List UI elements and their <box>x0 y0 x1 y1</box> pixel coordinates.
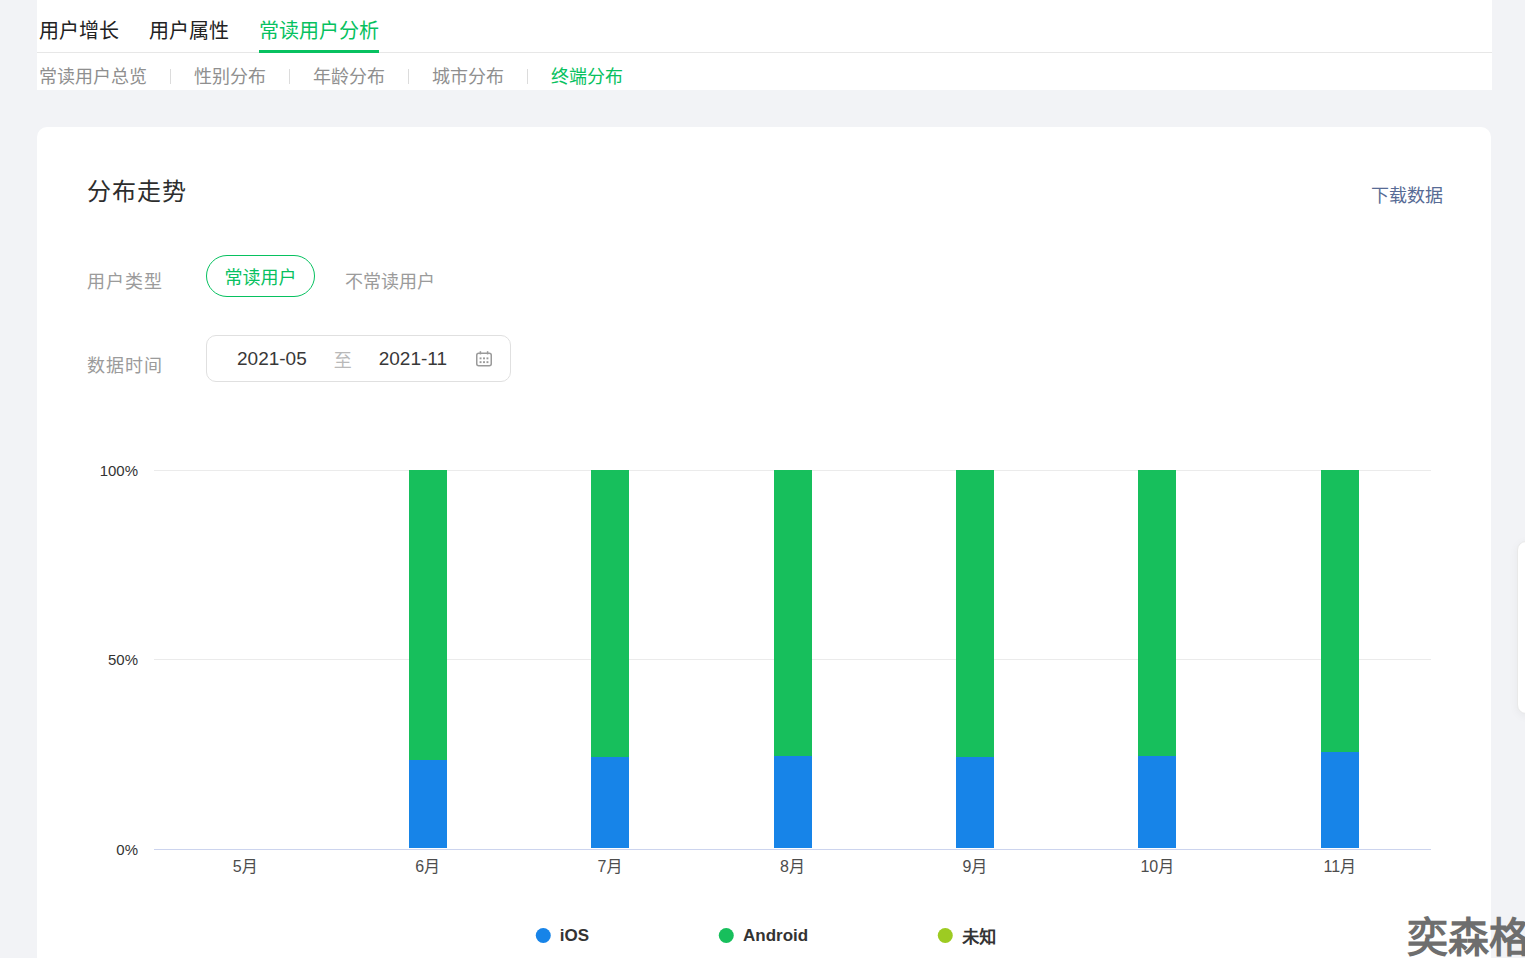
date-end-value[interactable]: 2021-11 <box>379 348 447 370</box>
bar-11月-iOS[interactable] <box>1321 752 1359 848</box>
gridline-100% <box>154 470 1431 471</box>
subnav-divider <box>170 69 171 84</box>
tab-user-growth[interactable]: 用户增长 <box>39 0 119 53</box>
legend-item-android[interactable]: Android <box>719 926 808 946</box>
legend-label-android: Android <box>743 926 808 946</box>
y-axis-tick-50%: 50% <box>68 652 138 667</box>
subnav-divider <box>408 69 409 84</box>
legend-dot-android <box>719 928 734 943</box>
bar-6月-iOS[interactable] <box>409 760 447 849</box>
subnav-gender-distribution[interactable]: 性别分布 <box>194 62 266 88</box>
floating-side-widget[interactable] <box>1517 541 1525 714</box>
x-axis-tick-11月: 11月 <box>1323 858 1356 875</box>
bar-9月-Android[interactable] <box>956 470 994 757</box>
x-axis-tick-6月: 6月 <box>415 858 440 875</box>
x-axis-tick-9月: 9月 <box>962 858 987 875</box>
bar-8月-Android[interactable] <box>774 470 812 756</box>
bar-7月-Android[interactable] <box>591 470 629 757</box>
gridline-50% <box>154 659 1431 660</box>
watermark-logo: 奕森格 <box>1407 917 1525 958</box>
subnav-age-distribution[interactable]: 年龄分布 <box>313 62 385 88</box>
terminal-distribution-chart: 0% 50% 100% 5月 6月 7月 8月 9月 10月 11月 <box>37 127 1491 958</box>
bar-10月-Android[interactable] <box>1138 470 1176 756</box>
primary-tabbar: 用户增长 用户属性 常读用户分析 <box>37 0 1492 53</box>
bar-7月-iOS[interactable] <box>591 757 629 849</box>
legend-label-ios: iOS <box>560 926 589 946</box>
x-axis-tick-8月: 8月 <box>780 858 805 875</box>
y-axis-tick-100%: 100% <box>68 463 138 478</box>
legend-dot-ios <box>536 928 551 943</box>
subnav-city-distribution[interactable]: 城市分布 <box>432 62 504 88</box>
date-start-value[interactable]: 2021-05 <box>237 348 307 370</box>
user-type-regular-button[interactable]: 常读用户 <box>206 255 315 297</box>
bar-6月-Android[interactable] <box>409 470 447 760</box>
legend-dot-unknown <box>938 928 953 943</box>
bar-8月-iOS[interactable] <box>774 756 812 849</box>
panel-title: 分布走势 <box>87 172 187 207</box>
bar-10月-iOS[interactable] <box>1138 756 1176 848</box>
subnav-terminal-distribution[interactable]: 终端分布 <box>551 62 623 88</box>
legend-item-unknown[interactable]: 未知 <box>938 923 996 948</box>
bar-9月-iOS[interactable] <box>956 757 994 849</box>
x-axis-line <box>154 849 1431 850</box>
x-axis-tick-5月: 5月 <box>233 858 258 875</box>
download-data-link[interactable]: 下载数据 <box>1371 181 1443 207</box>
user-type-label: 用户类型 <box>87 267 163 293</box>
y-axis-tick-0%: 0% <box>68 842 138 857</box>
calendar-icon <box>475 350 493 368</box>
x-axis-tick-7月: 7月 <box>598 858 623 875</box>
secondary-nav: 常读用户总览 性别分布 年龄分布 城市分布 终端分布 <box>37 53 1492 90</box>
user-type-irregular-button[interactable]: 不常读用户 <box>345 267 435 293</box>
x-axis-tick-10月: 10月 <box>1140 858 1174 875</box>
chart-legend: iOS Android 未知 <box>536 923 996 948</box>
analytics-header: 用户增长 用户属性 常读用户分析 常读用户总览 性别分布 年龄分布 城市分布 终… <box>37 0 1492 90</box>
date-range-picker[interactable]: 2021-05 至 2021-11 <box>206 335 511 382</box>
date-range-to-label: 至 <box>334 346 352 372</box>
legend-item-ios[interactable]: iOS <box>536 926 589 946</box>
tab-regular-reader-analysis[interactable]: 常读用户分析 <box>259 0 379 53</box>
distribution-trend-panel: 分布走势 下载数据 用户类型 常读用户 不常读用户 数据时间 2021-05 至… <box>37 127 1491 958</box>
subnav-divider <box>527 69 528 84</box>
tab-user-attributes[interactable]: 用户属性 <box>149 0 229 53</box>
legend-label-unknown: 未知 <box>962 923 996 948</box>
date-range-label: 数据时间 <box>87 351 163 377</box>
bar-11月-Android[interactable] <box>1321 470 1359 752</box>
subnav-divider <box>289 69 290 84</box>
subnav-regular-reader-overview[interactable]: 常读用户总览 <box>39 62 147 88</box>
